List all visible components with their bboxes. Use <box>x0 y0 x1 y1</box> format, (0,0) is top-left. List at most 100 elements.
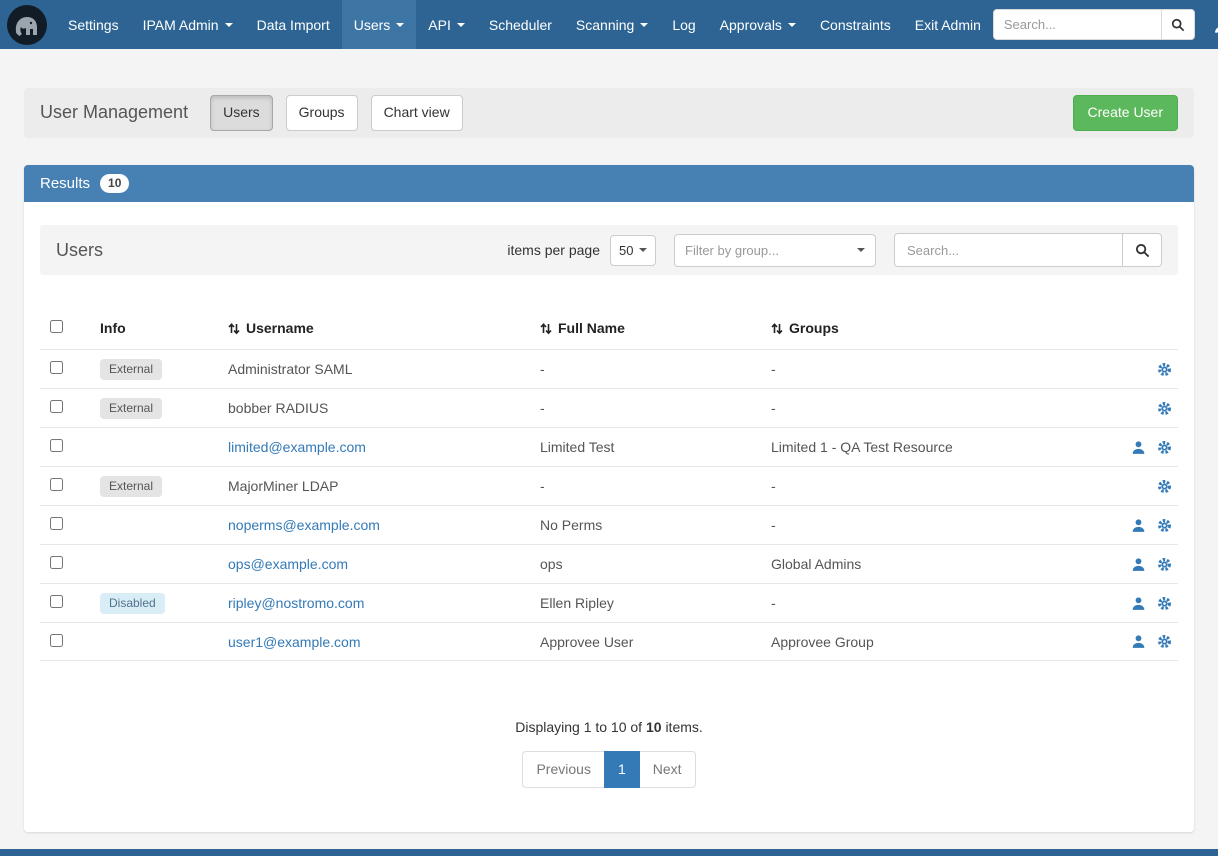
table-search-input[interactable] <box>894 233 1122 267</box>
app-logo[interactable] <box>6 2 48 48</box>
table-row: Disabled ripley@nostromo.com Ellen Riple… <box>40 583 1178 622</box>
gear-icon[interactable] <box>1157 634 1172 649</box>
user-icon[interactable] <box>1131 518 1146 533</box>
row-checkbox[interactable] <box>50 595 63 608</box>
nav-label: Approvals <box>720 17 782 33</box>
tab-groups[interactable]: Groups <box>286 95 358 131</box>
full-name-cell: Ellen Ripley <box>540 595 771 611</box>
nav-label: IPAM Admin <box>143 17 219 33</box>
previous-page-button[interactable]: Previous <box>522 751 603 787</box>
user-icon[interactable] <box>1131 440 1146 455</box>
row-checkbox[interactable] <box>50 556 63 569</box>
group-filter-value: Filter by group... <box>685 243 779 258</box>
gear-icon[interactable] <box>1157 596 1172 611</box>
row-checkbox[interactable] <box>50 439 63 452</box>
mammoth-logo-icon <box>6 4 48 46</box>
groups-cell: - <box>771 595 1108 611</box>
table-row: limited@example.com Limited Test Limited… <box>40 427 1178 466</box>
nav-item-users[interactable]: Users <box>342 0 417 49</box>
chevron-down-icon <box>639 248 647 252</box>
row-checkbox[interactable] <box>50 517 63 530</box>
username-link[interactable]: limited@example.com <box>228 439 366 455</box>
page-1-button[interactable]: 1 <box>604 751 640 787</box>
items-per-page-value: 50 <box>619 243 633 258</box>
table-row: External bobber RADIUS - - <box>40 388 1178 427</box>
nav-item-scheduler[interactable]: Scheduler <box>477 0 564 49</box>
top-navbar: Settings IPAM Admin Data Import Users AP… <box>0 0 1218 49</box>
full-name-cell: No Perms <box>540 517 771 533</box>
items-per-page-select[interactable]: 50 <box>610 235 656 266</box>
row-checkbox[interactable] <box>50 478 63 491</box>
nav-item-log[interactable]: Log <box>660 0 707 49</box>
header-full-name[interactable]: Full Name <box>540 320 771 336</box>
username-cell: bobber RADIUS <box>228 400 328 416</box>
username-link[interactable]: ops@example.com <box>228 556 348 572</box>
create-user-button[interactable]: Create User <box>1073 95 1178 131</box>
chevron-down-icon <box>640 23 648 27</box>
nav-item-exit-admin[interactable]: Exit Admin <box>903 0 993 49</box>
search-icon <box>1135 243 1150 258</box>
nav-item-approvals[interactable]: Approvals <box>708 0 808 49</box>
nav-label: Constraints <box>820 17 891 33</box>
chevron-down-icon <box>457 23 465 27</box>
groups-cell: Approvee Group <box>771 634 1108 650</box>
row-checkbox[interactable] <box>50 634 63 647</box>
results-panel: Results 10 Users items per page 50 Filte… <box>24 165 1194 832</box>
nav-item-constraints[interactable]: Constraints <box>808 0 903 49</box>
username-link[interactable]: ripley@nostromo.com <box>228 595 364 611</box>
header-groups[interactable]: Groups <box>771 320 1108 336</box>
page-title: User Management <box>40 102 188 123</box>
results-count-badge: 10 <box>100 174 129 194</box>
user-icon[interactable] <box>1131 557 1146 572</box>
tab-chart-view[interactable]: Chart view <box>371 95 463 131</box>
select-all-checkbox[interactable] <box>50 320 63 333</box>
users-table: Info Username Full Name <box>40 307 1178 661</box>
chevron-down-icon <box>788 23 796 27</box>
username-link[interactable]: user1@example.com <box>228 634 361 650</box>
table-row: user1@example.com Approvee User Approvee… <box>40 622 1178 661</box>
gear-icon[interactable] <box>1157 518 1172 533</box>
groups-cell: - <box>771 517 1108 533</box>
results-panel-header: Results 10 <box>24 165 1194 203</box>
table-header-row: Info Username Full Name <box>40 307 1178 349</box>
gear-icon[interactable] <box>1157 479 1172 494</box>
nav-label: API <box>428 17 451 33</box>
navbar-search <box>993 9 1195 40</box>
nav-item-ipam-admin[interactable]: IPAM Admin <box>131 0 245 49</box>
page-header: User Management Users Groups Chart view … <box>24 88 1194 138</box>
nav-item-settings[interactable]: Settings <box>56 0 131 49</box>
navbar-search-button[interactable] <box>1161 9 1195 40</box>
header-username[interactable]: Username <box>228 320 540 336</box>
nav-label: Scheduler <box>489 17 552 33</box>
next-page-button[interactable]: Next <box>640 751 696 787</box>
table-search-button[interactable] <box>1122 233 1162 267</box>
row-checkbox[interactable] <box>50 400 63 413</box>
full-name-cell: - <box>540 400 771 416</box>
gear-icon[interactable] <box>1157 401 1172 416</box>
nav-label: Scanning <box>576 17 634 33</box>
navbar-search-input[interactable] <box>993 9 1161 40</box>
status-badge: External <box>100 476 162 496</box>
user-icon[interactable] <box>1131 634 1146 649</box>
full-name-cell: Limited Test <box>540 439 771 455</box>
gear-icon[interactable] <box>1157 440 1172 455</box>
nav-item-api[interactable]: API <box>416 0 477 49</box>
groups-cell: - <box>771 400 1108 416</box>
row-checkbox[interactable] <box>50 361 63 374</box>
user-icon[interactable] <box>1131 596 1146 611</box>
full-name-cell: - <box>540 361 771 377</box>
nav-item-data-import[interactable]: Data Import <box>245 0 342 49</box>
status-badge: External <box>100 359 162 379</box>
gear-icon[interactable] <box>1157 362 1172 377</box>
total-items-count: 10 <box>646 719 662 735</box>
user-menu[interactable] <box>1209 16 1218 34</box>
nav-label: Exit Admin <box>915 17 981 33</box>
items-per-page-label: items per page <box>507 242 600 258</box>
tab-users[interactable]: Users <box>210 95 273 131</box>
group-filter-select[interactable]: Filter by group... <box>674 234 876 267</box>
nav-label: Data Import <box>257 17 330 33</box>
sort-icon <box>228 322 240 335</box>
username-link[interactable]: noperms@example.com <box>228 517 380 533</box>
gear-icon[interactable] <box>1157 557 1172 572</box>
nav-item-scanning[interactable]: Scanning <box>564 0 660 49</box>
